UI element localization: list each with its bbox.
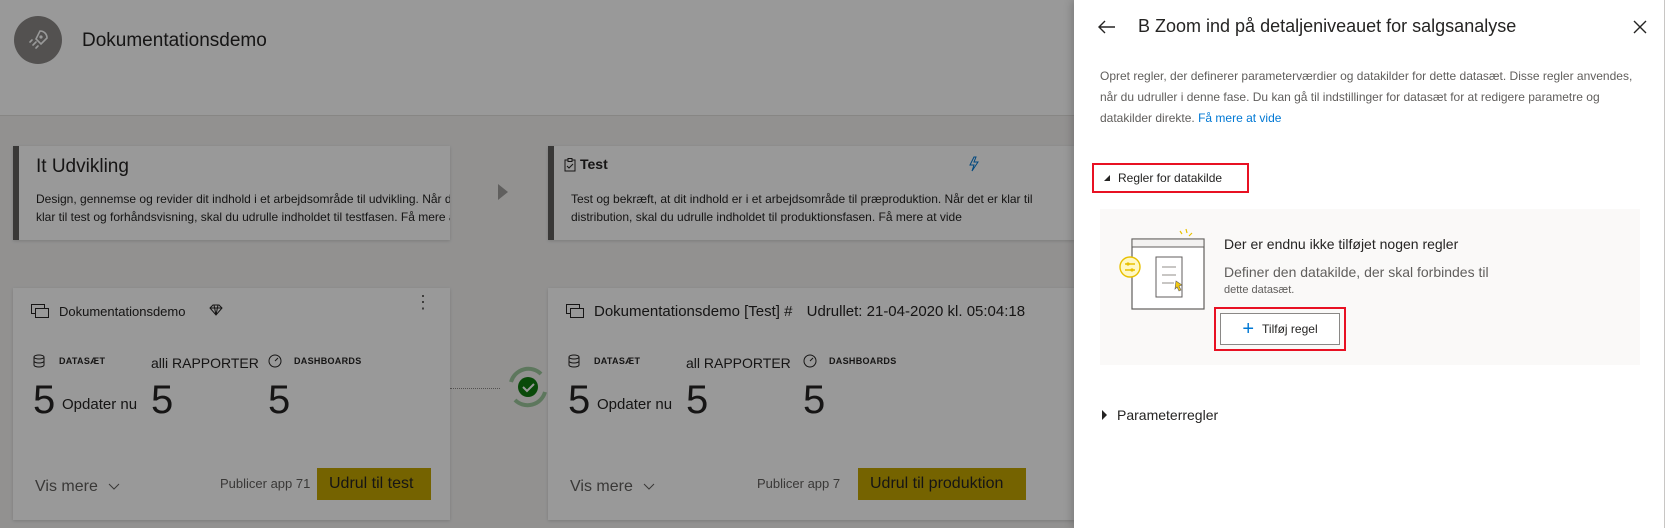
empty-rules-state: Der er endnu ikke tilføjet nogen regler … (1100, 209, 1640, 365)
rules-illustration-icon (1119, 228, 1205, 310)
empty-state-title: Der er endnu ikke tilføjet nogen regler (1224, 236, 1459, 252)
panel-description: Opret regler, der definerer parametervær… (1100, 66, 1640, 129)
add-rule-label: Tilføj regel (1262, 322, 1318, 336)
close-icon[interactable] (1627, 14, 1653, 40)
caret-right-icon (1102, 410, 1107, 420)
back-arrow-icon[interactable] (1094, 14, 1120, 40)
add-rule-button[interactable]: + Tilføj regel (1220, 313, 1340, 345)
empty-state-description: Definer den datakilde, der skal forbinde… (1224, 264, 1489, 280)
caret-down-icon (1104, 175, 1110, 181)
datasource-rules-toggle[interactable]: Regler for datakilde (1092, 163, 1249, 193)
learn-more-link[interactable]: Få mere at vide (1198, 111, 1281, 125)
parameter-rules-toggle[interactable]: Parameterregler (1102, 407, 1218, 423)
add-rule-highlight: + Tilføj regel (1214, 307, 1346, 351)
deployment-rules-panel: B Zoom ind på detaljeniveauet for salgsa… (1074, 0, 1665, 528)
empty-state-description-cont: dette datasæt. (1224, 284, 1295, 296)
plus-icon: + (1242, 318, 1255, 340)
deployment-pipeline: Dokumentationsdemo It Udvikling Design, … (0, 0, 1074, 528)
panel-title: B Zoom ind på detaljeniveauet for salgsa… (1138, 16, 1517, 36)
parameter-rules-label: Parameterregler (1117, 407, 1219, 423)
panel-description-text: Opret regler, der definerer parametervær… (1100, 69, 1633, 125)
datasource-rules-label: Regler for datakilde (1118, 171, 1223, 185)
modal-overlay[interactable] (0, 0, 1074, 528)
